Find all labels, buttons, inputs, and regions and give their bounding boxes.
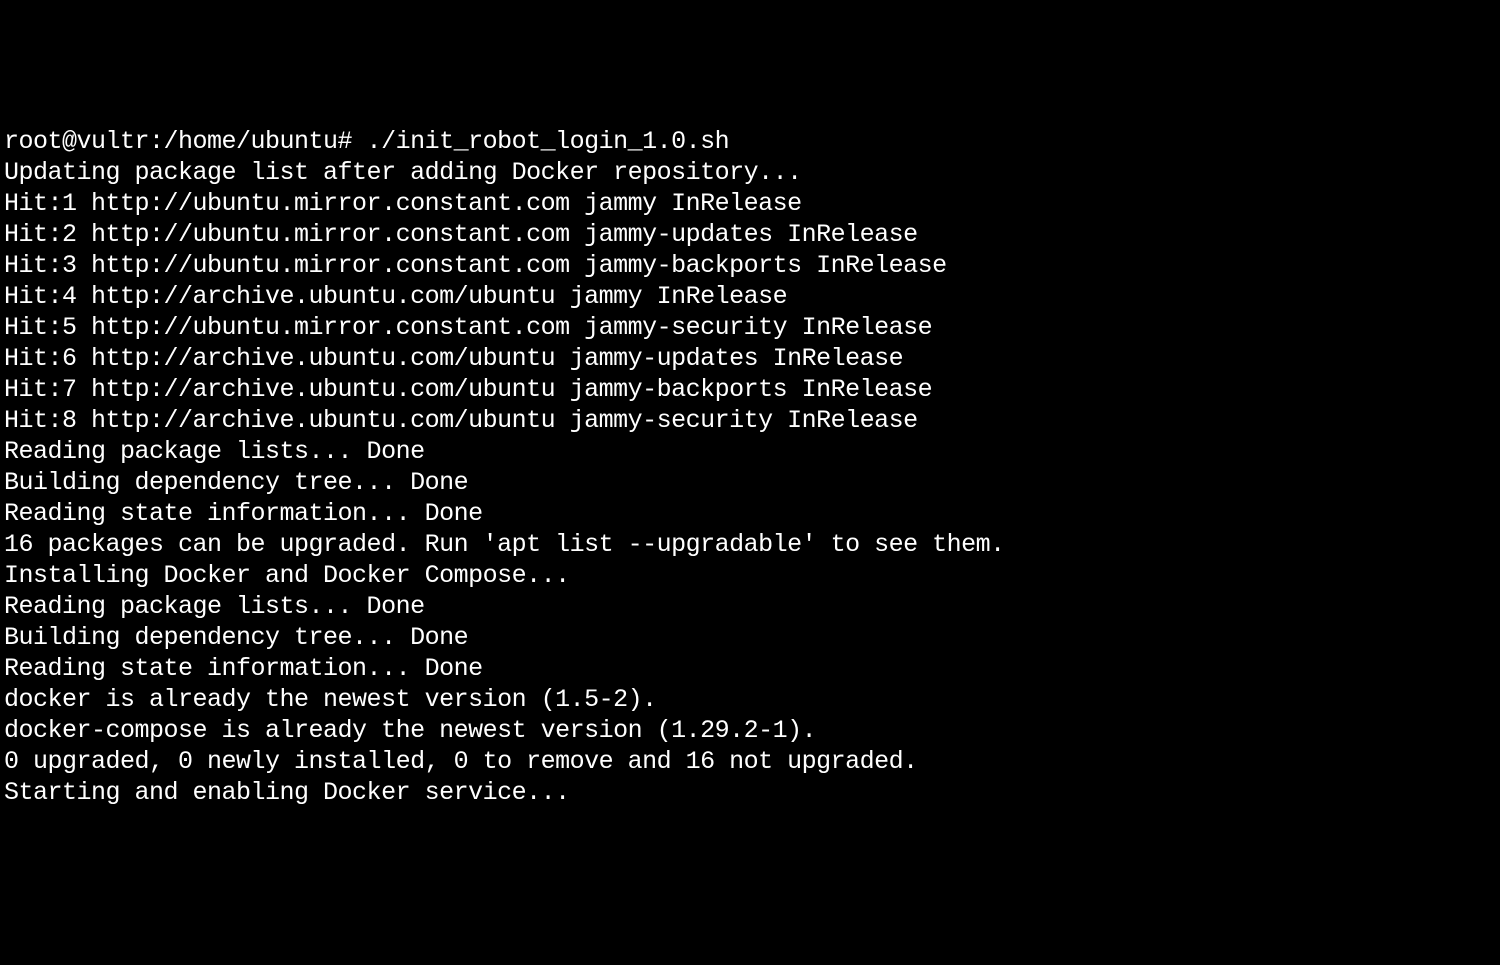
terminal-line: docker-compose is already the newest ver…	[4, 715, 1496, 746]
terminal-line: Reading package lists... Done	[4, 436, 1496, 467]
terminal-line: Building dependency tree... Done	[4, 622, 1496, 653]
terminal-line: Hit:5 http://ubuntu.mirror.constant.com …	[4, 312, 1496, 343]
terminal-line: root@vultr:/home/ubuntu# ./init_robot_lo…	[4, 126, 1496, 157]
terminal-line: Installing Docker and Docker Compose...	[4, 560, 1496, 591]
terminal-line: Building dependency tree... Done	[4, 467, 1496, 498]
terminal-line: Updating package list after adding Docke…	[4, 157, 1496, 188]
terminal-line: Reading state information... Done	[4, 653, 1496, 684]
terminal-line: Starting and enabling Docker service...	[4, 777, 1496, 808]
terminal-line: Reading state information... Done	[4, 498, 1496, 529]
terminal-line: Hit:1 http://ubuntu.mirror.constant.com …	[4, 188, 1496, 219]
terminal-line: Hit:7 http://archive.ubuntu.com/ubuntu j…	[4, 374, 1496, 405]
terminal-line: 16 packages can be upgraded. Run 'apt li…	[4, 529, 1496, 560]
terminal-line: Reading package lists... Done	[4, 591, 1496, 622]
terminal-line: Hit:8 http://archive.ubuntu.com/ubuntu j…	[4, 405, 1496, 436]
terminal-line: Hit:4 http://archive.ubuntu.com/ubuntu j…	[4, 281, 1496, 312]
terminal-line: Hit:6 http://archive.ubuntu.com/ubuntu j…	[4, 343, 1496, 374]
terminal-line: 0 upgraded, 0 newly installed, 0 to remo…	[4, 746, 1496, 777]
terminal-line: Hit:3 http://ubuntu.mirror.constant.com …	[4, 250, 1496, 281]
terminal-window[interactable]: root@vultr:/home/ubuntu# ./init_robot_lo…	[4, 126, 1496, 808]
terminal-line: Hit:2 http://ubuntu.mirror.constant.com …	[4, 219, 1496, 250]
terminal-line: docker is already the newest version (1.…	[4, 684, 1496, 715]
